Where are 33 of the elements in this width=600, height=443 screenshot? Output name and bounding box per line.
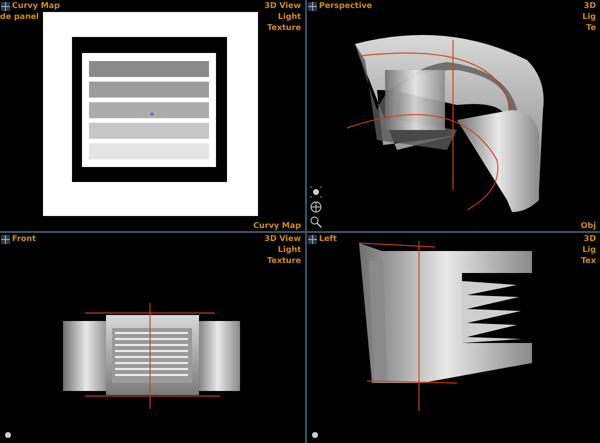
- orbit-icon[interactable]: [310, 201, 322, 213]
- panel-label: de panel: [0, 11, 39, 22]
- view-option[interactable]: Texture: [267, 22, 301, 33]
- view-option[interactable]: Lig: [582, 11, 596, 22]
- viewport[interactable]: Curvy Map de panel 3D View Light Texture Curvy Map: [0, 0, 305, 231]
- viewport-title: Curvy Map: [12, 0, 60, 11]
- crosshair-icon[interactable]: [308, 235, 317, 244]
- view-option[interactable]: Te: [586, 22, 596, 33]
- viewport[interactable]: Front 3D View Light Texture: [0, 233, 305, 443]
- view-option[interactable]: 3D: [584, 233, 596, 244]
- light-icon[interactable]: [310, 186, 322, 198]
- crosshair-icon[interactable]: [308, 2, 317, 11]
- crosshair-icon[interactable]: [1, 235, 10, 244]
- view-option[interactable]: 3D View: [264, 233, 301, 244]
- viewport[interactable]: Left 3D Lig Tex: [307, 233, 600, 443]
- search-icon[interactable]: [310, 216, 322, 228]
- view-option[interactable]: Texture: [267, 255, 301, 266]
- light-icon[interactable]: [310, 430, 320, 440]
- viewport-title: Perspective: [319, 0, 372, 11]
- view-option[interactable]: Tex: [581, 255, 596, 266]
- light-icon[interactable]: [3, 430, 13, 440]
- view-option[interactable]: Lig: [582, 244, 596, 255]
- viewport-label: Obj: [580, 220, 596, 231]
- viewport-label: Curvy Map: [253, 220, 301, 231]
- viewport-title: Left: [319, 233, 337, 244]
- view-option[interactable]: 3D View: [264, 0, 301, 11]
- view-option[interactable]: Light: [278, 244, 301, 255]
- crosshair-icon[interactable]: [1, 2, 10, 11]
- viewport-title: Front: [12, 233, 36, 244]
- center-dot: [150, 112, 154, 116]
- view-option[interactable]: 3D: [584, 0, 596, 11]
- view-option[interactable]: Light: [278, 11, 301, 22]
- viewport[interactable]: Perspective 3D Lig Te Obj: [307, 0, 600, 231]
